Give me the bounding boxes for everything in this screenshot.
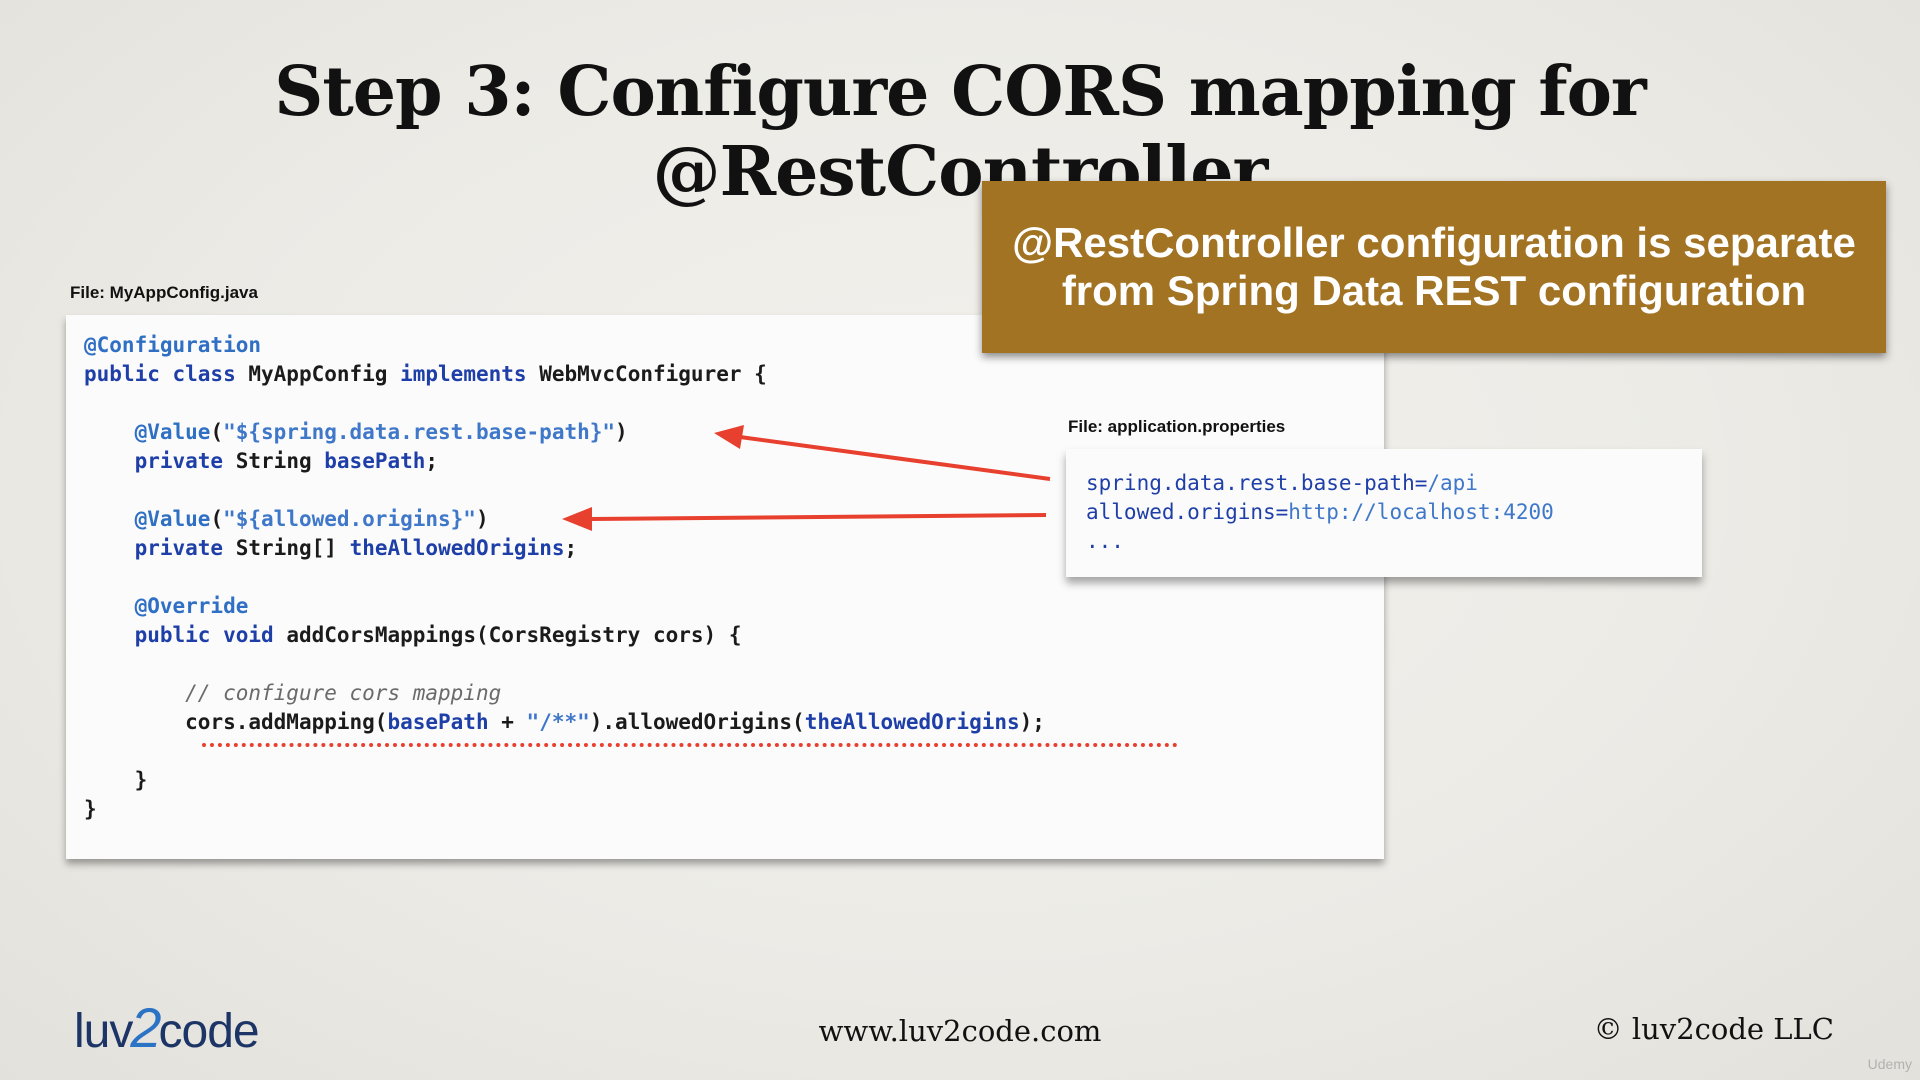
callout-line-1: @RestController configuration is separat… bbox=[1012, 219, 1856, 266]
props-file-label: File: application.properties bbox=[1068, 417, 1286, 436]
paren: ) bbox=[475, 507, 489, 531]
ellipsis: ... bbox=[1086, 529, 1124, 553]
keyword: public class bbox=[84, 362, 236, 386]
code-line-5: @Value("${allowed.origins}") bbox=[84, 505, 1045, 534]
highlight-underline bbox=[202, 743, 1178, 747]
code-line-1: @Configuration bbox=[84, 331, 1045, 360]
prop-value: /api bbox=[1427, 471, 1478, 495]
code-line-7: @Override bbox=[84, 592, 1045, 621]
annotation: @Value bbox=[134, 507, 211, 531]
semicolon: ; bbox=[425, 449, 439, 473]
keyword: private bbox=[134, 449, 224, 473]
annotation: @Value bbox=[134, 420, 211, 444]
string-literal: "${allowed.origins}" bbox=[223, 507, 476, 531]
java-code-block: @Configuration public class MyAppConfig i… bbox=[84, 331, 1045, 824]
paren: ( bbox=[210, 420, 224, 444]
code-line-10: cors.addMapping(basePath + "/**").allowe… bbox=[84, 708, 1045, 737]
keyword: implements bbox=[400, 362, 527, 386]
annotation: @Configuration bbox=[84, 333, 262, 357]
callout-box: @RestController configuration is separat… bbox=[982, 181, 1886, 353]
code-line-12: } bbox=[84, 795, 1045, 824]
code-line-4: private String basePath; bbox=[84, 447, 1045, 476]
callout-line-2: from Spring Data REST configuration bbox=[1061, 267, 1807, 314]
method-call: cors.addMapping( bbox=[185, 710, 388, 734]
code-line-3: @Value("${spring.data.rest.base-path}") bbox=[84, 418, 1045, 447]
variable: basePath bbox=[324, 449, 426, 473]
variable: theAllowedOrigins bbox=[349, 536, 565, 560]
variable: theAllowedOrigins bbox=[804, 710, 1020, 734]
footer-copyright: © luv2code LLC bbox=[1593, 1012, 1834, 1046]
string-literal: "${spring.data.rest.base-path}" bbox=[223, 420, 616, 444]
type-name: String[] bbox=[235, 536, 337, 560]
paren: ) bbox=[615, 420, 628, 444]
method-call: ).allowedOrigins( bbox=[589, 710, 805, 734]
prop-key: spring.data.rest.base-path= bbox=[1086, 471, 1428, 495]
string-literal: "/**" bbox=[526, 710, 590, 734]
udemy-watermark: Udemy bbox=[1867, 1056, 1912, 1072]
props-line-2: allowed.origins=http://localhost:4200 bbox=[1086, 498, 1554, 527]
code-line-2: public class MyAppConfig implements WebM… bbox=[84, 360, 1045, 389]
code-line-6: private String[] theAllowedOrigins; bbox=[84, 534, 1045, 563]
code-comment: // configure cors mapping bbox=[185, 681, 502, 705]
prop-key: allowed.origins= bbox=[1086, 500, 1289, 524]
paren: ( bbox=[210, 507, 224, 531]
variable: basePath bbox=[387, 710, 489, 734]
keyword: public void bbox=[134, 623, 274, 647]
operator: + bbox=[488, 710, 527, 734]
method-signature: addCorsMappings(CorsRegistry cors) { bbox=[286, 623, 742, 647]
props-line-1: spring.data.rest.base-path=/api bbox=[1086, 469, 1554, 498]
props-code-block: spring.data.rest.base-path=/api allowed.o… bbox=[1086, 469, 1554, 556]
annotation: @Override bbox=[134, 594, 249, 618]
closing-brace: } bbox=[134, 768, 148, 792]
class-name: MyAppConfig bbox=[248, 362, 388, 386]
keyword: private bbox=[134, 536, 224, 560]
closing-brace: } bbox=[84, 797, 97, 821]
code-line-11: } bbox=[84, 766, 1045, 795]
java-file-label: File: MyAppConfig.java bbox=[70, 283, 258, 302]
interface-name: WebMvcConfigurer { bbox=[539, 362, 767, 386]
code-line-8: public void addCorsMappings(CorsRegistry… bbox=[84, 621, 1045, 650]
prop-value: http://localhost:4200 bbox=[1288, 500, 1554, 524]
code-line-9: // configure cors mapping bbox=[84, 679, 1045, 708]
semicolon: ; bbox=[564, 536, 578, 560]
type-name: String bbox=[235, 449, 312, 473]
props-line-3: ... bbox=[1086, 527, 1554, 556]
call-end: ); bbox=[1019, 710, 1045, 734]
